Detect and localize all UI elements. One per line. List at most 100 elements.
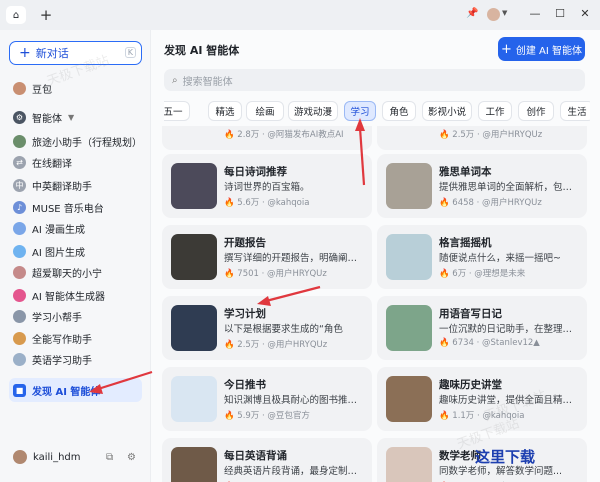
- search-input[interactable]: ⌕ 搜索智能体: [164, 69, 585, 91]
- home-tab[interactable]: ⌂: [6, 6, 26, 24]
- sidebar-item[interactable]: 中中英翻译助手: [9, 175, 142, 195]
- agent-avatar-icon: [13, 81, 26, 95]
- agent-meta: 🔥 2.5万 · @用户HRYQUz: [439, 130, 543, 140]
- username: kaili_hdm: [33, 451, 81, 463]
- category-tab[interactable]: 精选: [208, 101, 242, 121]
- pin-icon[interactable]: 📌: [466, 8, 478, 19]
- agent-meta: 🔥 6万 · @理想是未来: [439, 269, 526, 279]
- agent-thumbnail: [171, 234, 217, 280]
- agent-meta: 🔥 6734 · @Stanlev12▲: [439, 338, 540, 348]
- category-tab[interactable]: 影视小说: [422, 101, 472, 121]
- agent-description: 提供雅思单词的全面解析，包括...: [439, 182, 581, 193]
- sidebar-item-label: AI 图片生成: [32, 247, 85, 259]
- plus-icon: +: [500, 41, 512, 57]
- category-tab[interactable]: 五一: [164, 101, 190, 121]
- home-icon: ⌂: [12, 9, 20, 21]
- category-tab[interactable]: 生活: [560, 101, 590, 121]
- agent-meta: 🔥 2.5万 · @用户HRYQUz: [224, 340, 328, 350]
- user-profile[interactable]: kaili_hdm: [13, 450, 81, 464]
- category-tab[interactable]: 工作: [478, 101, 512, 121]
- agent-description: 以下是根据要求生成的“角色: [224, 324, 343, 335]
- agent-name: 每日诗词推荐: [224, 166, 287, 178]
- agent-meta: 🔥 5.6万 · @kahqoia: [224, 198, 310, 208]
- sidebar-item[interactable]: ⇄ 在线翻译: [9, 152, 142, 172]
- sidebar-item-discover[interactable]: ■ 发现 AI 智能体: [9, 378, 142, 402]
- agent-description: 随便说点什么，来摇一摇吧~: [439, 253, 561, 264]
- sidebar-item-label: 智能体: [32, 113, 62, 125]
- sidebar-item[interactable]: 超爱聊天的小宁: [9, 262, 142, 282]
- sidebar-item[interactable]: ⚙ 智能体 ▼: [9, 107, 142, 127]
- gear-icon[interactable]: ⚙: [127, 452, 136, 463]
- sidebar-item[interactable]: ♪ MUSE 音乐电台: [9, 197, 142, 217]
- category-tab[interactable]: 学习: [344, 101, 376, 121]
- agent-avatar-icon: 中: [13, 178, 26, 192]
- category-tab[interactable]: 绘画: [246, 101, 284, 121]
- chevron-down-icon[interactable]: ▼: [502, 9, 507, 17]
- agent-description: 撰写详细的开题报告，明确阐述...: [224, 253, 366, 264]
- agent-avatar-icon: [13, 331, 26, 345]
- maximize-icon[interactable]: ☐: [553, 7, 567, 20]
- agent-avatar-icon: [13, 134, 26, 148]
- agent-icon: ⚙: [13, 110, 26, 124]
- agent-description: 经典英语片段背诵，最身定制，...: [224, 466, 366, 477]
- agent-name: 开题报告: [224, 237, 266, 249]
- agent-thumbnail: [386, 234, 432, 280]
- shortcut-hint: K: [124, 47, 136, 58]
- search-icon: ⌕: [172, 74, 178, 86]
- agent-card[interactable]: 每日诗词推荐 诗词世界的百宝箱。 🔥 5.6万 · @kahqoia: [162, 154, 372, 218]
- new-tab-button[interactable]: +: [36, 5, 56, 25]
- site-logo-watermark: 这里下载: [475, 448, 536, 466]
- agent-thumbnail: [386, 305, 432, 351]
- chevron-down-icon[interactable]: ▼: [68, 113, 74, 122]
- agent-card[interactable]: 雅思单词本 提供雅思单词的全面解析，包括... 🔥 6458 · @用户HRYQUz: [377, 154, 587, 218]
- category-tab[interactable]: 创作: [518, 101, 554, 121]
- sidebar-item[interactable]: 全能写作助手: [9, 328, 142, 348]
- sidebar-item[interactable]: AI 图片生成: [9, 241, 142, 261]
- create-agent-button[interactable]: + 创建 AI 智能体: [498, 37, 585, 61]
- sidebar-item[interactable]: AI 漫画生成: [9, 218, 142, 238]
- sidebar-item-label: 旅途小助手（行程规划）: [32, 137, 142, 149]
- agent-meta: 🔥 6458 · @用户HRYQUz: [439, 198, 542, 208]
- agent-card[interactable]: 学习计划 以下是根据要求生成的“角色 🔥 2.5万 · @用户HRYQUz: [162, 296, 372, 360]
- sidebar-item[interactable]: 旅途小助手（行程规划）: [9, 131, 142, 151]
- sidebar-item-label: AI 漫画生成: [32, 224, 85, 236]
- sidebar-item[interactable]: 英语学习助手: [9, 349, 142, 369]
- agent-card[interactable]: 今日推书 知识渊博且极具耐心的图书推荐... 🔥 5.9万 · @豆包官方: [162, 367, 372, 431]
- sidebar-item-label: 全能写作助手: [32, 334, 92, 346]
- agent-card[interactable]: 用语音写日记 一位沉默的日记助手，在整理记... 🔥 6734 · @Stanlev…: [377, 296, 587, 360]
- agent-card[interactable]: 🔥 2.8万 · @阿猫发布AI教点AI: [162, 126, 372, 150]
- sidebar-item[interactable]: 豆包: [9, 78, 142, 98]
- sidebar-item-label: 中英翻译助手: [32, 181, 92, 193]
- sidebar-item[interactable]: 学习小帮手: [9, 306, 142, 326]
- sidebar-item-label: 学习小帮手: [32, 312, 82, 324]
- minimize-icon[interactable]: —: [528, 7, 542, 20]
- sidebar-item-label: MUSE 音乐电台: [32, 203, 104, 215]
- agent-card[interactable]: 趣味历史讲堂 趣味历史讲堂，提供全面且精准... 🔥 1.1万 · @kahqoia: [377, 367, 587, 431]
- main-content: 发现 AI 智能体 + 创建 AI 智能体 ⌕ 搜索智能体 五一 精选 绘画 游戏动漫…: [151, 30, 600, 482]
- account-avatar[interactable]: [487, 8, 500, 21]
- avatar: [13, 450, 27, 464]
- page-title: 发现 AI 智能体: [164, 44, 240, 57]
- plus-icon: +: [19, 45, 31, 61]
- close-icon[interactable]: ✕: [578, 7, 592, 20]
- agent-card[interactable]: 开题报告撰写详细的开题报告，明确阐述... 🔥 7501 · @用户HRYQUz: [162, 225, 372, 289]
- agent-avatar-icon: [13, 352, 26, 366]
- agent-avatar-icon: ♪: [13, 200, 26, 214]
- category-tab[interactable]: 游戏动漫: [288, 101, 338, 121]
- category-tab[interactable]: 角色: [382, 101, 416, 121]
- fullscreen-icon[interactable]: ⧉: [106, 452, 113, 463]
- agent-card[interactable]: 🔥 2.5万 · @用户HRYQUz: [377, 126, 587, 150]
- new-chat-label: 新对话: [35, 47, 69, 60]
- agent-description: 知识渊博且极具耐心的图书推荐...: [224, 395, 366, 406]
- agent-thumbnail: [171, 376, 217, 422]
- agent-avatar-icon: [13, 221, 26, 235]
- agent-thumbnail: [171, 305, 217, 351]
- agent-card[interactable]: 格言摇摇机随便说点什么，来摇一摇吧~ 🔥 6万 · @理想是未来: [377, 225, 587, 289]
- agent-name: 格言摇摇机: [439, 237, 492, 249]
- agent-card[interactable]: 每日英语背诵经典英语片段背诵，最身定制，...🔥 1.3万 · @Stanlev…: [162, 438, 372, 482]
- agent-avatar-icon: [13, 309, 26, 323]
- agent-thumbnail: [171, 163, 217, 209]
- agent-thumbnail: [386, 447, 432, 482]
- agent-meta: 🔥 7501 · @用户HRYQUz: [224, 269, 327, 279]
- sidebar-item[interactable]: AI 智能体生成器: [9, 285, 142, 305]
